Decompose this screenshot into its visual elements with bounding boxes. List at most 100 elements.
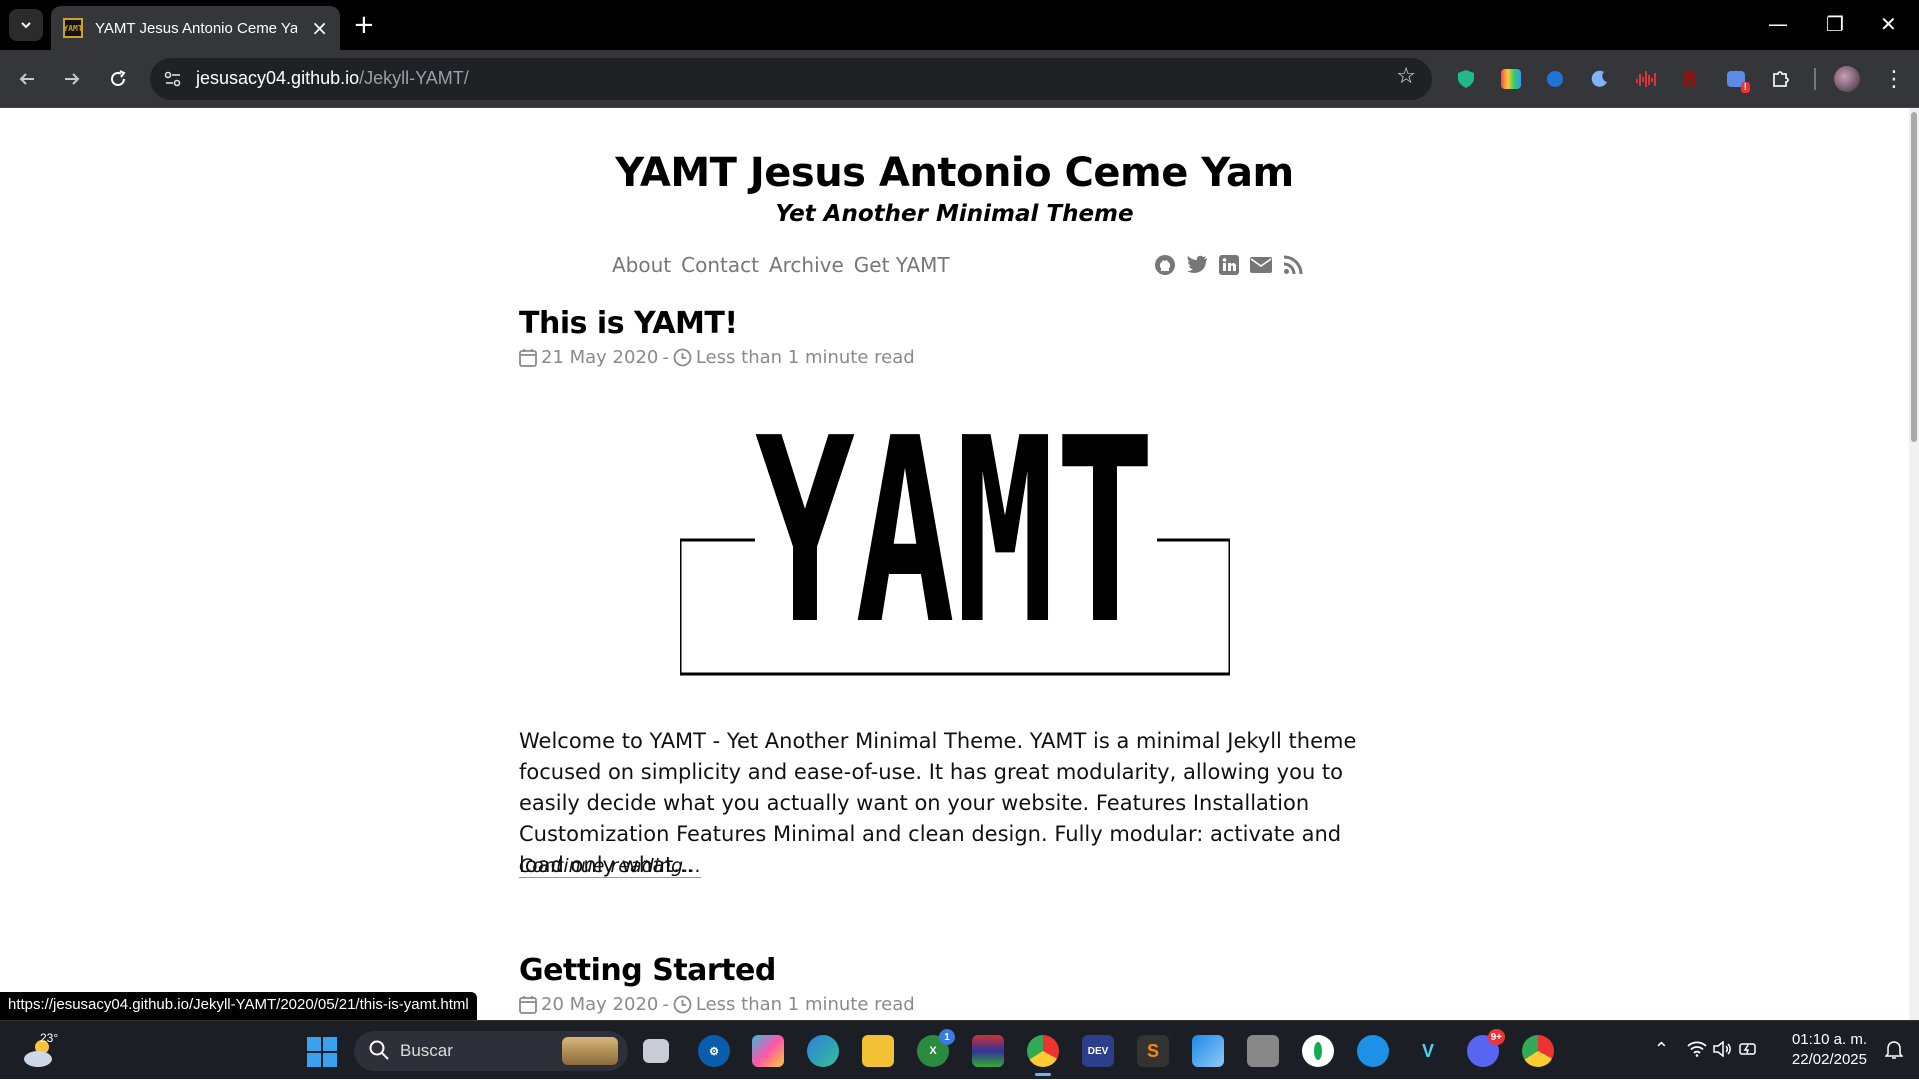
chrome-icon[interactable] [1027, 1035, 1059, 1067]
post-date: 20 May 2020 [541, 994, 659, 1015]
page-scrollbar[interactable] [1909, 108, 1919, 1020]
search-placeholder: Buscar [400, 1041, 453, 1060]
chrome-active-indicator [1035, 1073, 1051, 1076]
bookmark-star-icon[interactable]: ☆ [1396, 64, 1416, 89]
mongodb-icon[interactable] [1302, 1035, 1334, 1067]
chevron-up-icon[interactable]: ⌃ [1654, 1039, 1669, 1060]
post-title[interactable]: This is YAMT! [519, 306, 1389, 341]
forward-button[interactable] [57, 64, 87, 94]
calendar-icon [519, 996, 537, 1014]
battery-charging-icon[interactable] [1739, 1040, 1759, 1058]
clock-date: 22/02/2025 [1791, 1051, 1867, 1068]
browser-titlebar: YAMT YAMT Jesus Antonio Ceme Yam × + — ❐… [0, 0, 1919, 50]
status-bar-url: https://jesusacy04.github.io/Jekyll-YAMT… [0, 992, 477, 1020]
xbox-badge: 1 [939, 1029, 955, 1045]
clock-icon [673, 995, 692, 1014]
url-host: jesusacy04.github.io [196, 68, 360, 88]
linkedin-icon[interactable] [1217, 253, 1241, 277]
close-tab-icon[interactable]: × [311, 18, 328, 38]
file-explorer-icon[interactable] [862, 1035, 894, 1067]
devhome-icon[interactable]: DEV [1082, 1035, 1114, 1067]
reload-button[interactable] [103, 64, 133, 94]
docker-icon[interactable] [1357, 1035, 1389, 1067]
new-tab-button[interactable]: + [353, 10, 375, 40]
post-title[interactable]: Getting Started [519, 953, 1389, 988]
browser-toolbar: jesusacy04.github.io/Jekyll-YAMT/ ☆ B ! … [0, 50, 1919, 108]
site-title[interactable]: YAMT Jesus Antonio Ceme Yam [0, 150, 1909, 196]
notification-bell-icon[interactable] [1885, 1040, 1903, 1060]
task-view-icon[interactable] [643, 1039, 669, 1063]
github-icon[interactable] [1153, 253, 1177, 277]
sublime-text-icon[interactable]: S [1137, 1035, 1169, 1067]
winrar-icon[interactable] [972, 1035, 1004, 1067]
edge-browser-icon[interactable] [807, 1035, 839, 1067]
photos-icon[interactable] [1192, 1035, 1224, 1067]
chevron-down-icon [21, 22, 31, 29]
url-text[interactable]: jesusacy04.github.io/Jekyll-YAMT/ [196, 68, 469, 89]
taskbar-search[interactable]: Buscar [354, 1031, 628, 1071]
alert-extension-icon[interactable]: ! [1722, 65, 1750, 93]
profile-avatar[interactable] [1833, 65, 1861, 93]
tab-title: YAMT Jesus Antonio Ceme Yam [95, 19, 298, 37]
arrow-left-icon [19, 73, 34, 85]
moon-extension-icon[interactable] [1586, 65, 1614, 93]
meta-separator: - [662, 994, 669, 1015]
favicon: YAMT [63, 18, 83, 38]
xbox-icon[interactable]: X1 [917, 1029, 955, 1067]
chrome-profile-icon[interactable] [1522, 1035, 1554, 1067]
puzzle-blue-extension-icon[interactable] [1541, 65, 1569, 93]
address-bar[interactable]: jesusacy04.github.io/Jekyll-YAMT/ ☆ [150, 58, 1432, 100]
menu-item-get-yamt[interactable]: Get YAMT [854, 253, 950, 277]
url-path: /Jekyll-YAMT/ [359, 68, 469, 88]
system-clock[interactable]: 01:10 a. m. 22/02/2025 [1792, 1030, 1867, 1070]
post-meta: 21 May 2020 - Less than 1 minute read [519, 347, 1389, 368]
extensions-puzzle-icon[interactable] [1767, 65, 1795, 93]
wifi-icon[interactable] [1687, 1041, 1707, 1057]
reload-icon [111, 70, 126, 86]
post-date: 21 May 2020 [541, 347, 659, 368]
color-grid-extension-icon[interactable] [1497, 65, 1525, 93]
minimize-button[interactable]: — [1768, 12, 1788, 36]
close-window-button[interactable]: ✕ [1880, 12, 1897, 36]
windows-taskbar: 23° Buscar ⚙ X1 DEV S V 9+ ⌃ 01:10 a. m.… [0, 1020, 1919, 1079]
social-links [1153, 253, 1305, 277]
archive-cabinet-icon[interactable] [1247, 1035, 1279, 1067]
menu-item-contact[interactable]: Contact [681, 253, 759, 277]
vscode-variant-icon[interactable]: V [1412, 1035, 1444, 1067]
post-read-time: Less than 1 minute read [695, 994, 915, 1015]
back-button[interactable] [12, 64, 42, 94]
site-info-icon[interactable] [162, 68, 184, 90]
start-button[interactable] [307, 1037, 337, 1067]
calendar-icon [519, 349, 537, 367]
continue-reading-link[interactable]: Continue reading... [519, 855, 702, 878]
discord-icon[interactable]: 9+ [1467, 1029, 1505, 1067]
search-icon [369, 1040, 389, 1060]
menu-item-about[interactable]: About [612, 253, 671, 277]
red-b-extension-icon[interactable]: B [1676, 65, 1704, 93]
scrollbar-thumb[interactable] [1911, 112, 1917, 442]
discord-badge: 9+ [1487, 1029, 1505, 1045]
settings-gear-icon[interactable]: ⚙ [698, 1035, 730, 1067]
email-icon[interactable] [1249, 253, 1273, 277]
clock-time: 01:10 a. m. [1791, 1031, 1867, 1048]
audio-bars-extension-icon[interactable] [1632, 65, 1660, 93]
volume-icon[interactable] [1713, 1041, 1733, 1057]
post-read-time: Less than 1 minute read [695, 347, 915, 368]
twitter-icon[interactable] [1185, 253, 1209, 277]
weather-temp: 23° [40, 1031, 59, 1045]
rss-icon[interactable] [1281, 253, 1305, 277]
menu-item-archive[interactable]: Archive [769, 253, 844, 277]
shield-extension-icon[interactable] [1452, 65, 1480, 93]
post-card: This is YAMT! 21 May 2020 - Less than 1 … [519, 306, 1389, 368]
browser-tab[interactable]: YAMT YAMT Jesus Antonio Ceme Yam × [51, 6, 340, 50]
yamt-logo-image: YAMT [678, 384, 1232, 690]
toolbar-divider [1814, 68, 1816, 90]
tab-search-button[interactable] [9, 9, 43, 41]
site-subtitle: Yet Another Minimal Theme [775, 201, 1134, 227]
browser-menu-icon[interactable]: ⋮ [1880, 65, 1908, 93]
restore-button[interactable]: ❐ [1826, 12, 1844, 36]
copilot-icon[interactable] [752, 1035, 784, 1067]
site-menu: About Contact Archive Get YAMT [612, 253, 950, 277]
search-highlight-image [562, 1037, 618, 1065]
arrow-right-icon [65, 73, 80, 85]
